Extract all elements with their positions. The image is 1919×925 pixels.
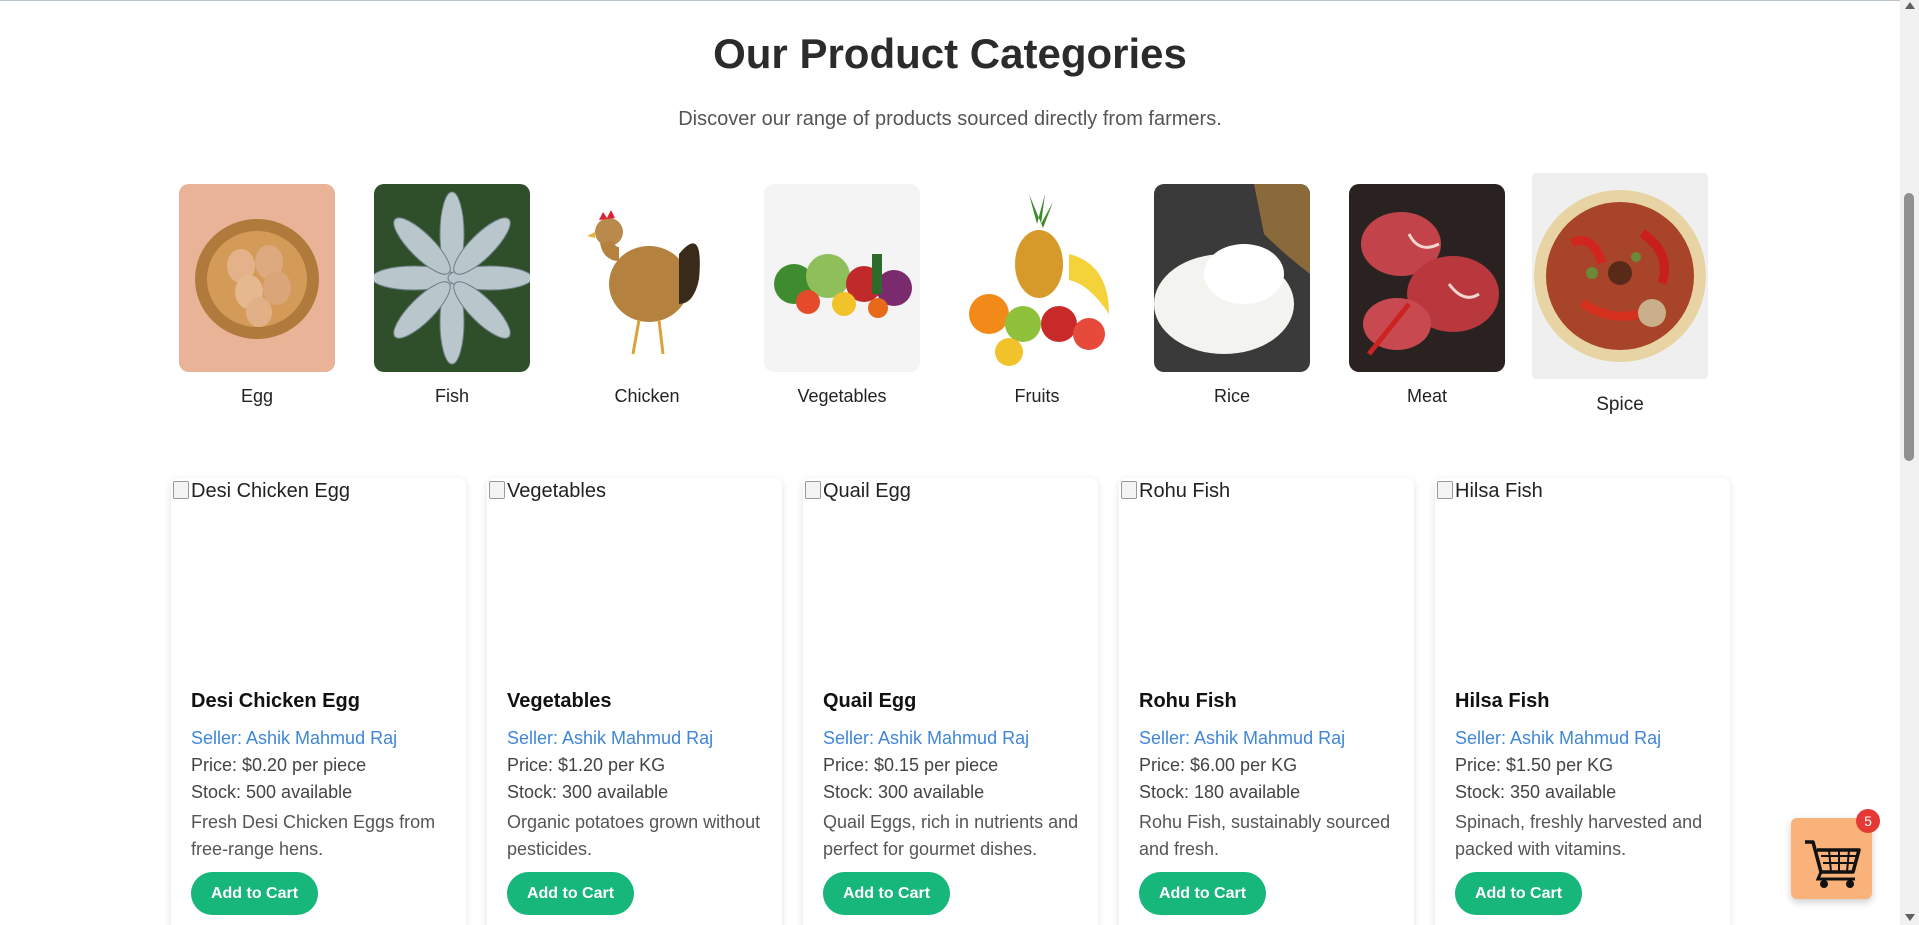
product-image-broken: Hilsa Fish (1437, 480, 1543, 503)
category-label: Meat (1406, 386, 1448, 406)
seller-link[interactable]: Seller: Ashik Mahmud Raj (1139, 728, 1345, 749)
product-description: Spinach, freshly harvested and packed wi… (1455, 812, 1703, 859)
fruits-image (959, 184, 1115, 372)
product-card: Quail Egg Quail Egg Seller: Ashik Mahmud… (803, 478, 1098, 925)
product-image-broken: Quail Egg (805, 480, 911, 503)
category-row: Egg Fish Chicken Vegetables Fruits Rice … (172, 172, 1732, 432)
cart-count-badge: 5 (1856, 809, 1880, 833)
category-fruits[interactable]: Fruits (957, 172, 1117, 407)
category-label: Vegetables (797, 386, 887, 406)
fish-image (374, 184, 530, 372)
category-label: Fish (434, 386, 469, 406)
product-stock: Stock: 350 available (1455, 782, 1617, 802)
product-title: Vegetables (507, 690, 612, 712)
seller-link[interactable]: Seller: Ashik Mahmud Raj (507, 728, 713, 749)
product-title: Rohu Fish (1139, 690, 1237, 712)
product-price: Price: $6.00 per KG (1139, 755, 1298, 775)
product-card: Rohu Fish Rohu Fish Seller: Ashik Mahmud… (1119, 478, 1414, 925)
scroll-up-arrow-icon[interactable] (1905, 2, 1915, 9)
product-card: Vegetables Vegetables Seller: Ashik Mahm… (487, 478, 782, 925)
category-label: Rice (1213, 386, 1250, 406)
add-to-cart-button[interactable]: Add to Cart (191, 872, 318, 915)
add-to-cart-button[interactable]: Add to Cart (823, 872, 950, 915)
product-stock: Stock: 300 available (823, 782, 985, 802)
product-description: Quail Eggs, rich in nutrients and perfec… (823, 812, 1079, 859)
product-title: Quail Egg (823, 690, 917, 712)
category-spice[interactable]: Spice (1530, 172, 1710, 416)
category-label: Chicken (614, 386, 680, 406)
page: Our Product Categories Discover our rang… (0, 0, 1900, 925)
product-description: Organic potatoes grown without pesticide… (507, 812, 761, 859)
category-egg[interactable]: Egg (177, 172, 337, 407)
seller-link[interactable]: Seller: Ashik Mahmud Raj (823, 728, 1029, 749)
category-label: Spice (1596, 394, 1644, 415)
page-subtitle: Discover our range of products sourced d… (678, 108, 1222, 130)
category-fish[interactable]: Fish (372, 172, 532, 407)
product-description: Rohu Fish, sustainably sourced and fresh… (1139, 812, 1391, 859)
product-description: Fresh Desi Chicken Eggs from free-range … (191, 812, 436, 859)
product-image-broken: Vegetables (489, 480, 606, 503)
category-rice[interactable]: Rice (1152, 172, 1312, 407)
product-price: Price: $1.50 per KG (1455, 755, 1614, 775)
category-label: Egg (240, 386, 274, 406)
seller-link[interactable]: Seller: Ashik Mahmud Raj (191, 728, 397, 749)
category-label: Fruits (1014, 386, 1060, 406)
scrollbar-thumb[interactable] (1904, 193, 1914, 461)
product-card: Desi Chicken Egg Desi Chicken Egg Seller… (171, 478, 466, 925)
chicken-image (569, 184, 725, 372)
page-title: Our Product Categories (713, 30, 1187, 77)
product-title: Desi Chicken Egg (191, 690, 360, 712)
vertical-scrollbar[interactable] (1900, 0, 1919, 925)
product-stock: Stock: 300 available (507, 782, 669, 802)
product-stock: Stock: 500 available (191, 782, 353, 802)
vegetables-image (764, 184, 920, 372)
product-price: Price: $0.20 per piece (191, 755, 367, 775)
category-vegetables[interactable]: Vegetables (762, 172, 922, 407)
scroll-down-arrow-icon[interactable] (1905, 914, 1915, 921)
egg-basket-image (179, 184, 335, 372)
product-image-broken: Desi Chicken Egg (173, 480, 350, 503)
spice-image (1532, 173, 1708, 379)
category-meat[interactable]: Meat (1347, 172, 1507, 407)
product-image-broken: Rohu Fish (1121, 480, 1230, 503)
product-price: Price: $1.20 per KG (507, 755, 666, 775)
product-title: Hilsa Fish (1455, 690, 1550, 712)
seller-link[interactable]: Seller: Ashik Mahmud Raj (1455, 728, 1661, 749)
add-to-cart-button[interactable]: Add to Cart (1139, 872, 1266, 915)
product-card: Hilsa Fish Hilsa Fish Seller: Ashik Mahm… (1435, 478, 1730, 925)
add-to-cart-button[interactable]: Add to Cart (507, 872, 634, 915)
rice-image (1154, 184, 1310, 372)
category-chicken[interactable]: Chicken (567, 172, 727, 407)
add-to-cart-button[interactable]: Add to Cart (1455, 872, 1582, 915)
product-price: Price: $0.15 per piece (823, 755, 999, 775)
meat-image (1349, 184, 1505, 372)
product-stock: Stock: 180 available (1139, 782, 1301, 802)
